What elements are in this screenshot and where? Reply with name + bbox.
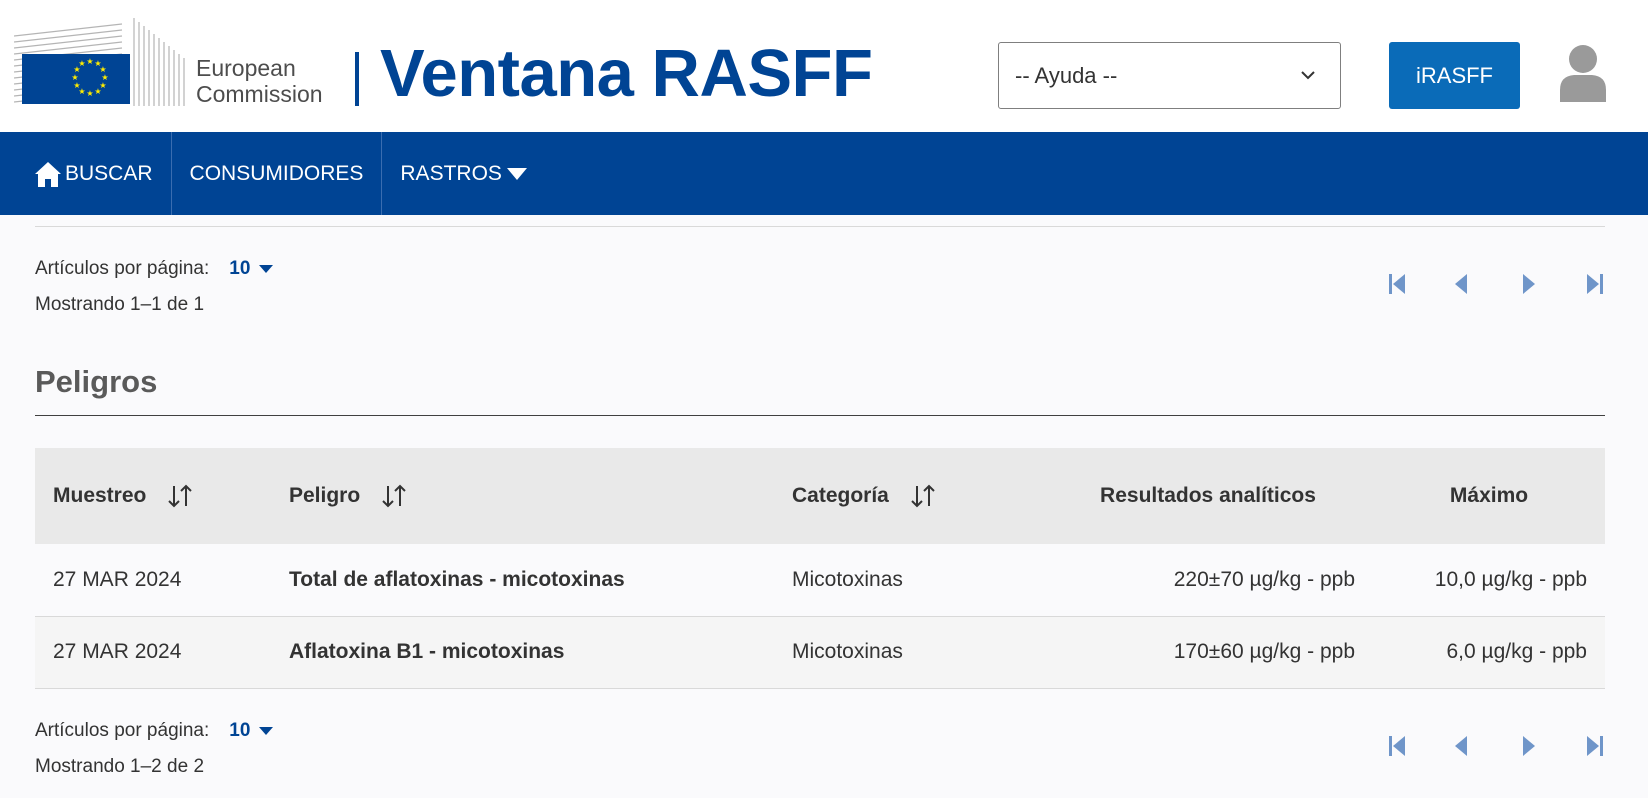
- sort-icon[interactable]: [166, 484, 194, 508]
- items-per-page-select[interactable]: 10: [229, 720, 250, 742]
- column-header-label: Categoría: [792, 483, 889, 507]
- column-header-categoria[interactable]: Categoría: [774, 448, 1043, 544]
- logo-divider: [355, 52, 359, 106]
- items-per-page-label: Artículos por página:: [35, 258, 210, 279]
- showing-count: Mostrando 1–2 de 2: [35, 756, 205, 777]
- cell-category: Micotoxinas: [774, 616, 1043, 689]
- table-row: 27 MAR 2024 Total de aflatoxinas - micot…: [35, 544, 1605, 617]
- logo-text-line1: European: [196, 55, 296, 81]
- cell-date: 27 MAR 2024: [35, 544, 271, 617]
- hazards-table: Muestreo Peligro Categoría Resultados an…: [35, 448, 1605, 689]
- cell-category: Micotoxinas: [774, 544, 1043, 617]
- items-per-page: Artículos por página: 10: [35, 720, 274, 742]
- svg-text:★: ★: [71, 73, 78, 82]
- svg-text:★: ★: [78, 59, 85, 68]
- caret-down-icon[interactable]: [258, 264, 274, 274]
- items-per-page-label: Artículos por página:: [35, 720, 210, 741]
- logo-text-line2: Commission: [196, 81, 323, 107]
- column-header-resultados: Resultados analíticos: [1043, 448, 1373, 544]
- svg-text:★: ★: [86, 57, 93, 66]
- nav-item-rastros[interactable]: RASTROS: [382, 132, 549, 215]
- chevron-down-icon: [1301, 71, 1315, 80]
- section-divider: [35, 415, 1605, 416]
- nav-item-label: RASTROS: [400, 161, 502, 185]
- site-title[interactable]: Ventana RASFF: [380, 34, 873, 114]
- cell-hazard: Total de aflatoxinas - micotoxinas: [271, 544, 774, 617]
- section-title-peligros: Peligros: [35, 364, 158, 399]
- help-select[interactable]: -- Ayuda --: [998, 42, 1341, 109]
- sort-icon[interactable]: [380, 484, 408, 508]
- table-header-row: Muestreo Peligro Categoría Resultados an…: [35, 448, 1605, 544]
- first-page-icon[interactable]: [1385, 270, 1411, 298]
- home-icon: [35, 161, 61, 187]
- cell-result: 220±70 µg/kg - ppb: [1043, 544, 1373, 617]
- sort-icon[interactable]: [909, 484, 937, 508]
- svg-text:★: ★: [73, 81, 80, 90]
- previous-page-icon[interactable]: [1449, 270, 1475, 298]
- pagination-buttons: [1385, 732, 1605, 762]
- divider: [35, 226, 1605, 227]
- header: ★ ★ ★ ★ ★ ★ ★ ★ ★ ★ ★ ★ European Commission Vent…: [0, 0, 1648, 132]
- next-page-icon[interactable]: [1515, 270, 1541, 298]
- cell-hazard: Aflatoxina B1 - micotoxinas: [271, 616, 774, 689]
- cell-max: 10,0 µg/kg - ppb: [1373, 544, 1605, 617]
- nav-item-label: CONSUMIDORES: [189, 161, 364, 185]
- items-per-page: Artículos por página: 10: [35, 258, 274, 280]
- nav-item-label: BUSCAR: [65, 161, 153, 185]
- table-row: 27 MAR 2024 Aflatoxina B1 - micotoxinas …: [35, 616, 1605, 689]
- pagination-buttons: [1385, 270, 1605, 300]
- column-header-maximo: Máximo: [1373, 448, 1605, 544]
- cell-result: 170±60 µg/kg - ppb: [1043, 616, 1373, 689]
- next-page-icon[interactable]: [1515, 732, 1541, 760]
- column-header-muestreo[interactable]: Muestreo: [35, 448, 271, 544]
- first-page-icon[interactable]: [1385, 732, 1411, 760]
- svg-text:★: ★: [94, 87, 101, 96]
- last-page-icon[interactable]: [1581, 732, 1607, 760]
- column-header-label: Resultados analíticos: [1100, 484, 1316, 507]
- column-header-label: Muestreo: [53, 483, 147, 507]
- main-nav: BUSCAR CONSUMIDORES RASTROS: [0, 132, 1648, 215]
- nav-item-consumidores[interactable]: CONSUMIDORES: [172, 132, 383, 215]
- nav-item-buscar[interactable]: BUSCAR: [0, 132, 172, 215]
- pager-bottom: Artículos por página: 10 Mostrando 1–2 d…: [35, 720, 1605, 798]
- user-icon[interactable]: [1558, 44, 1608, 102]
- irasff-button[interactable]: iRASFF: [1389, 42, 1520, 109]
- svg-text:★: ★: [86, 89, 93, 98]
- caret-down-icon: [506, 167, 527, 180]
- help-select-value: -- Ayuda --: [1015, 62, 1118, 88]
- previous-page-icon[interactable]: [1449, 732, 1475, 760]
- column-header-label: Peligro: [289, 483, 361, 507]
- caret-down-icon[interactable]: [258, 726, 274, 736]
- cell-max: 6,0 µg/kg - ppb: [1373, 616, 1605, 689]
- column-header-peligro[interactable]: Peligro: [271, 448, 774, 544]
- cell-date: 27 MAR 2024: [35, 616, 271, 689]
- showing-count: Mostrando 1–1 de 1: [35, 294, 205, 315]
- pager-top: Artículos por página: 10 Mostrando 1–1 d…: [35, 258, 1605, 338]
- last-page-icon[interactable]: [1581, 270, 1607, 298]
- european-commission-logo[interactable]: ★ ★★ ★★★ ★★★ ★★★ European Commission: [14, 16, 344, 108]
- items-per-page-select[interactable]: 10: [229, 258, 250, 280]
- column-header-label: Máximo: [1449, 484, 1529, 507]
